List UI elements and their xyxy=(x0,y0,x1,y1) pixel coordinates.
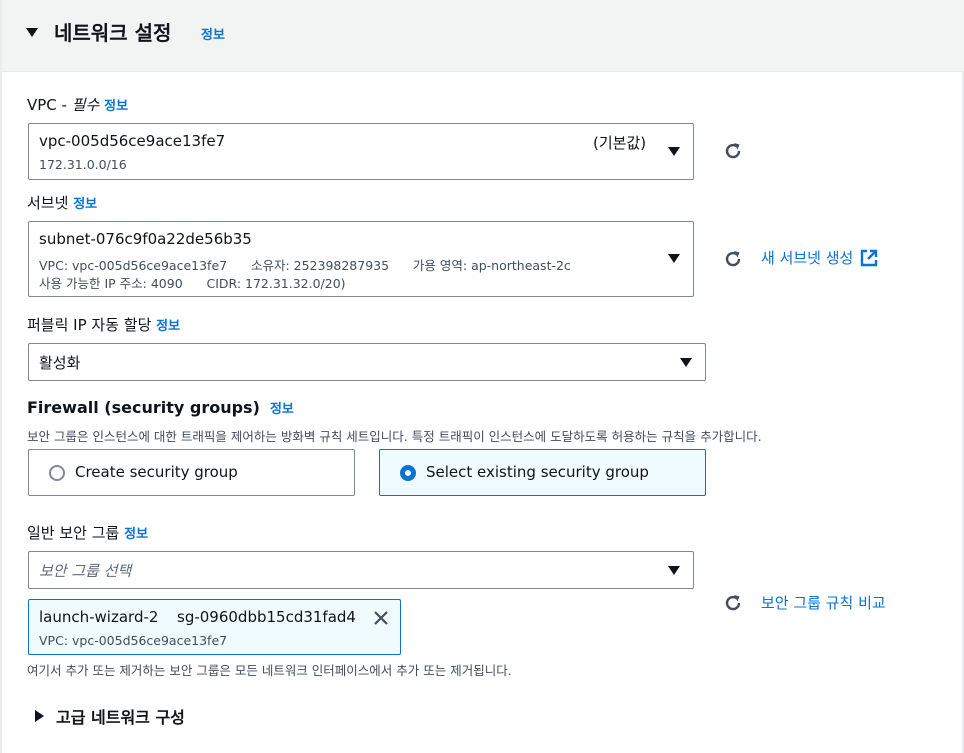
public-ip-label-text: 퍼블릭 IP 자동 할당 xyxy=(27,316,152,334)
compare-sg-rules-link[interactable]: 보안 그룹 규칙 비교 xyxy=(761,592,886,613)
vpc-info-link[interactable]: 정보 xyxy=(104,99,128,114)
external-link-icon xyxy=(861,249,878,266)
vpc-label-prefix: VPC - xyxy=(27,96,72,114)
security-group-refresh-icon[interactable] xyxy=(722,592,744,614)
vpc-default-tag: (기본값) xyxy=(593,134,647,152)
advanced-network-label: 고급 네트워크 구성 xyxy=(56,708,185,727)
subnet-detail-line2: 사용 가능한 IP 주소: 4090 CIDR: 172.31.32.0/20) xyxy=(39,276,346,291)
firewall-heading: Firewall (security groups) 정보 xyxy=(27,398,294,417)
vpc-value: vpc-005d56ce9ace13fe7 xyxy=(39,132,226,150)
common-sg-hint: 여기서 추가 또는 제거하는 보안 그룹은 모든 네트워크 인터페이스에서 추가… xyxy=(27,663,512,678)
security-group-dropdown-caret-icon xyxy=(668,566,680,575)
common-sg-label-text: 일반 보안 그룹 xyxy=(27,524,120,542)
create-subnet-link[interactable]: 새 서브넷 생성 xyxy=(761,247,879,268)
security-group-token: launch-wizard-2 sg-0960dbb15cd31fad4 VPC… xyxy=(28,599,401,655)
caret-down-icon[interactable] xyxy=(26,28,38,37)
security-group-select[interactable]: 보안 그룹 선택 xyxy=(28,551,694,589)
select-existing-security-group-option[interactable]: Select existing security group xyxy=(379,449,706,496)
caret-right-icon xyxy=(35,710,44,722)
subnet-info-link[interactable]: 정보 xyxy=(73,197,97,212)
remove-token-close-icon[interactable] xyxy=(372,609,390,627)
public-ip-dropdown-caret-icon xyxy=(680,358,692,367)
token-sg-name: launch-wizard-2 xyxy=(39,608,159,626)
select-existing-security-group-label: Select existing security group xyxy=(426,463,649,481)
token-sg-vpc: VPC: vpc-005d56ce9ace13fe7 xyxy=(39,633,228,648)
create-security-group-option[interactable]: Create security group xyxy=(28,449,355,496)
public-ip-info-link[interactable]: 정보 xyxy=(156,319,180,334)
subnet-detail-line1: VPC: vpc-005d56ce9ace13fe7 소유자: 25239828… xyxy=(39,258,571,273)
firewall-description: 보안 그룹은 인스턴스에 대한 트래픽을 제어하는 방화벽 규칙 세트입니다. … xyxy=(27,429,762,444)
vpc-cidr: 172.31.0.0/16 xyxy=(39,157,127,172)
subnet-select[interactable]: subnet-076c9f0a22de56b35 VPC: vpc-005d56… xyxy=(28,221,694,297)
common-sg-label: 일반 보안 그룹 정보 xyxy=(27,522,148,543)
subnet-dropdown-caret-icon xyxy=(668,254,680,263)
section-header[interactable]: 네트워크 설정 정보 xyxy=(2,0,964,72)
vpc-select[interactable]: vpc-005d56ce9ace13fe7 172.31.0.0/16 (기본값… xyxy=(28,123,694,180)
security-group-placeholder: 보안 그룹 선택 xyxy=(39,562,132,580)
network-settings-panel: 네트워크 설정 정보 VPC - 필수 정보 vpc-005d56ce9ace1… xyxy=(0,0,964,753)
advanced-network-toggle[interactable]: 고급 네트워크 구성 xyxy=(35,704,185,728)
subnet-value: subnet-076c9f0a22de56b35 xyxy=(39,230,252,248)
firewall-title: Firewall (security groups) xyxy=(27,398,260,417)
section-title: 네트워크 설정 xyxy=(54,21,172,45)
vpc-dropdown-caret-icon xyxy=(668,147,680,156)
subnet-label: 서브넷 정보 xyxy=(27,192,97,213)
subnet-label-text: 서브넷 xyxy=(27,194,69,212)
select-existing-security-group-radio[interactable] xyxy=(400,465,416,481)
firewall-info-link[interactable]: 정보 xyxy=(270,402,294,417)
public-ip-label: 퍼블릭 IP 자동 할당 정보 xyxy=(27,314,180,335)
vpc-refresh-icon[interactable] xyxy=(722,140,744,162)
vpc-required-text: 필수 xyxy=(71,96,100,114)
vpc-label: VPC - 필수 정보 xyxy=(27,94,128,115)
create-security-group-label: Create security group xyxy=(75,463,238,481)
public-ip-select[interactable]: 활성화 xyxy=(28,343,706,381)
create-subnet-link-text[interactable]: 새 서브넷 생성 xyxy=(761,247,853,268)
subnet-refresh-icon[interactable] xyxy=(722,248,744,270)
common-sg-info-link[interactable]: 정보 xyxy=(124,527,148,542)
token-sg-id: sg-0960dbb15cd31fad4 xyxy=(177,608,356,626)
create-security-group-radio[interactable] xyxy=(49,465,65,481)
section-info-link[interactable]: 정보 xyxy=(201,24,225,43)
public-ip-value: 활성화 xyxy=(39,354,81,372)
